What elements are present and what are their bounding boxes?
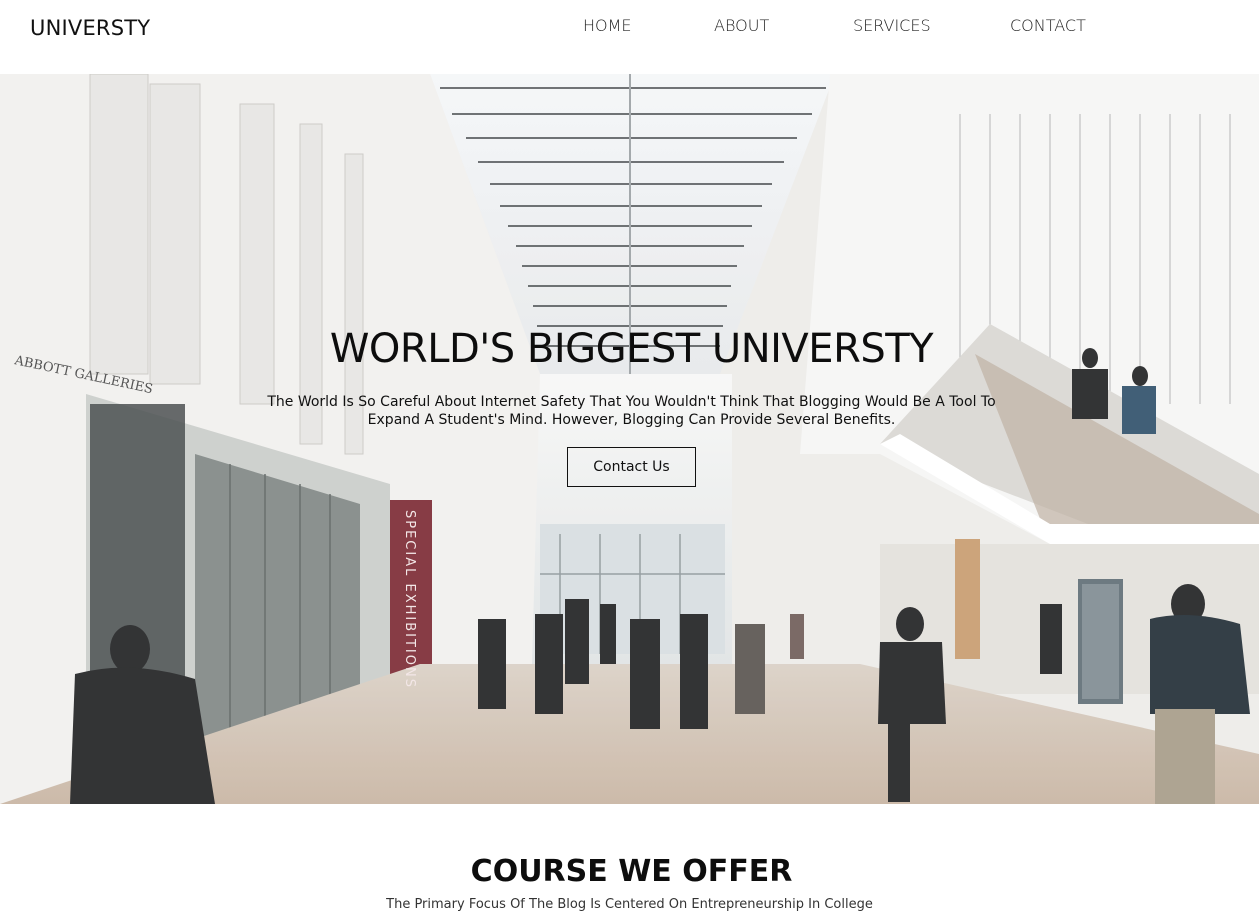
- hero-subtitle: The World Is So Careful About Internet S…: [267, 394, 996, 428]
- navbar: UNIVERSTY HOME ABOUT SERVICES CONTACT: [0, 0, 1259, 74]
- hero-background-photo: ABBOTT GALLERIES SPECIAL EXHIBITIONS: [0, 74, 1259, 804]
- courses-section: COURSE WE OFFER The Primary Focus Of The…: [0, 804, 1259, 912]
- courses-subtitle: The Primary Focus Of The Blog Is Centere…: [386, 897, 873, 912]
- hero-title: WORLD'S BIGGEST UNIVERSTY: [329, 326, 934, 372]
- hero-section: ABBOTT GALLERIES SPECIAL EXHIBITIONS WOR…: [0, 74, 1259, 804]
- courses-title: COURSE WE OFFER: [470, 854, 793, 889]
- nav-link-services[interactable]: SERVICES: [853, 16, 931, 35]
- contact-us-button[interactable]: Contact Us: [567, 447, 696, 487]
- special-exhibitions-sign: SPECIAL EXHIBITIONS: [402, 510, 417, 689]
- nav-link-contact[interactable]: CONTACT: [1010, 16, 1086, 35]
- site-logo[interactable]: UNIVERSTY: [30, 16, 150, 40]
- nav-link-home[interactable]: HOME: [583, 16, 632, 35]
- nav-link-about[interactable]: ABOUT: [714, 16, 769, 35]
